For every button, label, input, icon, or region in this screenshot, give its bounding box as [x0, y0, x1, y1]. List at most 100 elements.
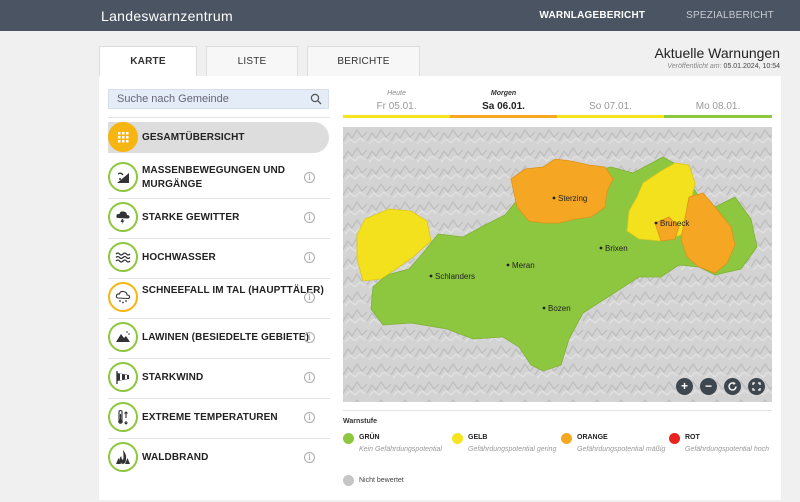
top-bar: Landeswarnzentrum WARNLAGEBERICHT SPEZIA… [0, 0, 800, 31]
category-label: EXTREME TEMPERATUREN [142, 412, 278, 423]
day-relative: Morgen [490, 90, 517, 97]
info-icon[interactable]: i [304, 252, 315, 263]
category-starkwind[interactable]: STARKWIND i [108, 362, 329, 395]
windsock-icon [108, 362, 138, 392]
divider [108, 238, 330, 239]
nav-warnlagebericht[interactable]: WARNLAGEBERICHT [539, 10, 645, 21]
category-hochwasser[interactable]: HOCHWASSER i [108, 242, 329, 275]
legend-name: GELB [468, 434, 488, 441]
search-icon[interactable] [310, 93, 322, 105]
app-title[interactable]: Landeswarnzentrum [101, 8, 233, 24]
divider [108, 438, 330, 439]
warning-map[interactable]: Sterzing Bruneck Brixen Schlanders Meran… [343, 127, 772, 402]
place-label-schlanders: Schlanders [435, 272, 475, 281]
fullscreen-icon[interactable] [748, 378, 765, 395]
legend-dot [343, 433, 354, 444]
snowfall-icon [108, 282, 138, 312]
category-label: WALDBRAND [142, 452, 209, 463]
divider [108, 318, 330, 319]
published-date: Veröffentlicht am: 05.01.2024, 10:54 [667, 63, 780, 70]
category-label: STARKWIND [142, 372, 204, 383]
divider [108, 278, 330, 279]
legend-name: GRÜN [359, 434, 380, 441]
thunderstorm-icon [108, 202, 138, 232]
divider [108, 398, 330, 399]
flood-icon [108, 242, 138, 272]
info-icon[interactable]: i [304, 172, 315, 183]
zoom-out-icon[interactable]: − [700, 378, 717, 395]
category-schneefall[interactable]: SCHNEEFALL IM TAL (HAUPTTÄLER) i [108, 282, 329, 315]
day-label: Sa 06.01. [482, 101, 525, 112]
zoom-in-icon[interactable]: + [676, 378, 693, 395]
legend-desc: Kein Gefährdungspotential [359, 446, 442, 453]
day-tab-so[interactable]: So 07.01. [557, 86, 664, 118]
category-waldbrand[interactable]: WALDBRAND i [108, 442, 329, 475]
legend-name: ROT [685, 434, 700, 441]
info-icon[interactable]: i [304, 212, 315, 223]
place-dot [542, 306, 546, 310]
info-icon[interactable]: i [304, 452, 315, 463]
legend-desc: Gefährdungspotential hoch [685, 446, 770, 453]
legend-dot [669, 433, 680, 444]
day-tab-fr[interactable]: Heute Fr 05.01. [343, 86, 450, 118]
category-label: MASSENBEWEGUNGEN UND MURGÄNGE [142, 165, 286, 190]
day-warning-bar [664, 115, 772, 118]
info-icon[interactable]: i [304, 332, 315, 343]
day-selector: Heute Fr 05.01. Morgen Sa 06.01. So 07.0… [343, 86, 772, 118]
map-canvas: Sterzing Bruneck Brixen Schlanders Meran… [343, 127, 772, 402]
place-label-sterzing: Sterzing [558, 194, 587, 203]
search-input[interactable]: Suche nach Gemeinde [108, 89, 329, 109]
place-dot [506, 263, 510, 267]
category-starke-gewitter[interactable]: STARKE GEWITTER i [108, 202, 329, 235]
legend-name: ORANGE [577, 434, 608, 441]
legend-name: Nicht bewertet [359, 477, 404, 484]
search-placeholder: Suche nach Gemeinde [117, 93, 229, 105]
day-label: Mo 08.01. [695, 101, 741, 112]
divider [108, 117, 330, 118]
info-icon[interactable]: i [304, 412, 315, 423]
legend-title: Warnstufe [343, 418, 377, 425]
day-relative [664, 90, 772, 100]
category-label: SCHNEEFALL IM TAL (HAUPTTÄLER) [142, 285, 324, 296]
divider [108, 358, 330, 359]
category-label: LAWINEN (BESIEDELTE GEBIETE) [142, 332, 310, 343]
reset-icon[interactable] [724, 378, 741, 395]
category-label: HOCHWASSER [142, 252, 216, 263]
place-label-bruneck: Bruneck [660, 219, 690, 228]
legend-dot [561, 433, 572, 444]
category-massenbewegungen[interactable]: MASSENBEWEGUNGEN UND MURGÄNGE i [108, 162, 329, 195]
legend-desc: Gefährdungspotential gering [468, 446, 557, 453]
tab-liste[interactable]: LISTE [206, 46, 298, 76]
tab-karte[interactable]: KARTE [99, 46, 197, 77]
divider [343, 410, 772, 411]
day-relative [557, 90, 664, 100]
thermometer-icon [108, 402, 138, 432]
category-gesamtuebersicht[interactable]: GESAMTÜBERSICHT [108, 122, 329, 153]
day-tab-mo[interactable]: Mo 08.01. [664, 86, 772, 118]
day-relative: Heute [387, 90, 406, 97]
legend-dot [343, 475, 354, 486]
day-label: So 07.01. [589, 101, 632, 112]
category-label: STARKE GEWITTER [142, 212, 240, 223]
day-warning-bar [557, 115, 664, 118]
landslide-icon [108, 162, 138, 192]
place-dot [599, 246, 603, 250]
nav-spezialbericht[interactable]: SPEZIALBERICHT [686, 10, 774, 21]
day-tab-sa[interactable]: Morgen Sa 06.01. [450, 86, 557, 118]
legend-dot [452, 433, 463, 444]
day-warning-bar [450, 115, 557, 118]
divider [108, 198, 330, 199]
tab-berichte[interactable]: BERICHTE [307, 46, 420, 76]
forest-fire-icon [108, 442, 138, 472]
place-dot [552, 196, 556, 200]
info-icon[interactable]: i [304, 372, 315, 383]
top-nav: WARNLAGEBERICHT SPEZIALBERICHT [501, 10, 774, 21]
page-title: Aktuelle Warnungen [654, 45, 780, 61]
place-dot [654, 221, 658, 225]
place-dot [429, 274, 433, 278]
info-icon[interactable]: i [304, 292, 315, 303]
day-label: Fr 05.01. [376, 101, 417, 112]
category-lawinen[interactable]: LAWINEN (BESIEDELTE GEBIETE) i [108, 322, 329, 355]
category-label: GESAMTÜBERSICHT [142, 132, 245, 143]
category-extreme-temperaturen[interactable]: EXTREME TEMPERATUREN i [108, 402, 329, 435]
